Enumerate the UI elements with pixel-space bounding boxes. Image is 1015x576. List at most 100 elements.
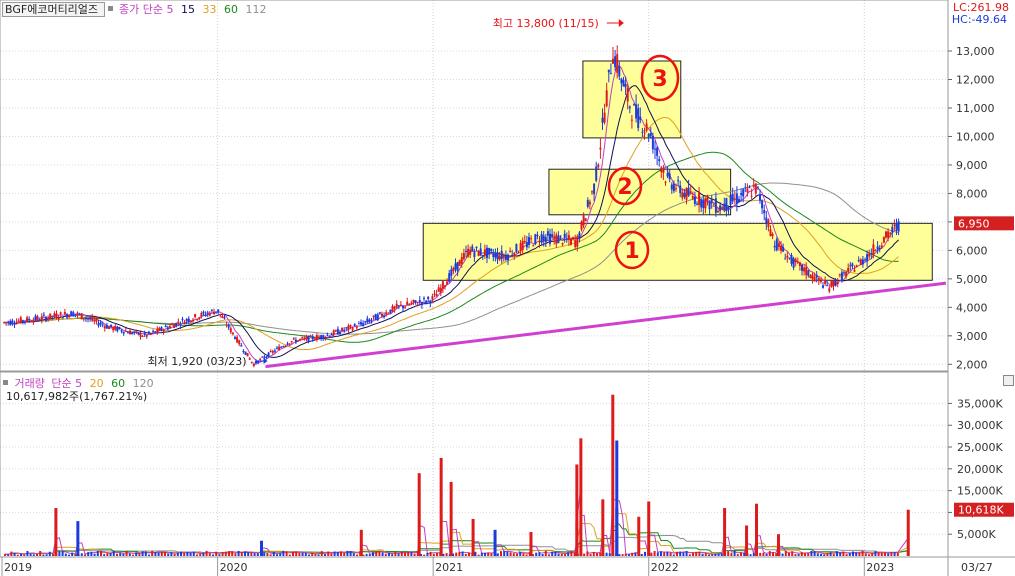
candle-body <box>704 198 707 209</box>
header-menu-icon[interactable] <box>107 6 113 11</box>
volume-bar <box>516 553 518 556</box>
candle-body <box>313 339 316 341</box>
highlight-box-1 <box>422 222 933 281</box>
candle-body <box>832 280 835 287</box>
candle-body <box>593 183 596 195</box>
candle-body <box>525 242 528 248</box>
candle-body <box>693 196 696 204</box>
candle-body <box>744 187 747 189</box>
candle-body <box>843 272 845 274</box>
candle-body <box>469 249 472 255</box>
candle-body <box>347 325 350 330</box>
candle-body <box>597 164 600 168</box>
candle-body <box>26 317 29 322</box>
volume-bar <box>74 554 77 556</box>
candle-body <box>330 334 333 336</box>
candle-body <box>139 333 142 337</box>
candle-body <box>729 194 732 205</box>
candle-body <box>488 247 491 255</box>
volume-spike-bar <box>471 518 475 556</box>
volume-bar <box>58 550 61 556</box>
volume-bar <box>650 552 653 556</box>
candle-body <box>677 180 680 182</box>
candle-body <box>21 320 24 322</box>
candle-body <box>150 333 152 335</box>
candle-body <box>507 254 509 261</box>
candle-body <box>292 338 295 340</box>
volume-bar <box>276 554 278 556</box>
volume-bar <box>103 554 106 556</box>
volume-bar <box>455 552 458 556</box>
volume-bar <box>864 553 867 556</box>
candle-body <box>328 335 331 337</box>
price-tick-label: 3,000 <box>956 330 988 343</box>
ma112-period: 112 <box>245 3 267 16</box>
candle-body <box>91 317 94 321</box>
price-tick-label: 13,000 <box>956 45 995 58</box>
candle-body <box>414 300 417 303</box>
candle-body <box>765 217 768 224</box>
volume-bar <box>125 551 128 556</box>
volume-bar <box>496 553 499 556</box>
candle-body <box>339 331 341 334</box>
volume-bar <box>237 550 240 556</box>
candle-body <box>824 280 827 284</box>
volume-bar <box>13 552 16 556</box>
volume-bar <box>202 552 205 556</box>
chart-canvas[interactable]: 2,0003,0004,0005,0006,0007,0008,0009,000… <box>0 0 1015 576</box>
candle-body <box>828 288 831 292</box>
volume-bar <box>826 553 829 556</box>
candle-body <box>635 104 638 119</box>
volume-bar <box>557 553 560 556</box>
panel-resize-button[interactable] <box>1003 375 1014 386</box>
candle-body <box>160 327 163 331</box>
candle-body <box>221 315 224 318</box>
candle-body <box>551 234 554 238</box>
candle-body <box>19 317 22 324</box>
volume-bar <box>429 551 432 556</box>
volume-bar <box>829 552 832 556</box>
candle-body <box>855 265 858 267</box>
candle-body <box>240 345 243 347</box>
candle-body <box>108 326 110 329</box>
volume-bar <box>807 553 810 556</box>
volume-bar <box>365 553 368 556</box>
candle-body <box>622 79 625 87</box>
candle-body <box>473 252 476 258</box>
candle-body <box>897 221 900 232</box>
volume-bar <box>240 552 243 556</box>
candle-body <box>496 252 499 260</box>
volume-spike-bar <box>745 525 749 556</box>
volume-bar <box>20 553 22 556</box>
ticker-box[interactable]: BGF에코머티리얼즈 <box>2 2 105 17</box>
candle-body <box>135 330 138 332</box>
volume-bar <box>256 553 259 556</box>
candle-body <box>187 318 190 322</box>
volume-bar <box>768 551 771 556</box>
price-tick-label: 12,000 <box>956 74 995 87</box>
candle-body <box>271 351 274 353</box>
volume-bar <box>781 553 784 556</box>
candle-body <box>563 233 566 238</box>
candle-body <box>761 200 764 209</box>
candle-body <box>546 231 549 236</box>
volume-bar <box>295 551 298 556</box>
candle-body <box>362 323 365 326</box>
candle-body <box>840 272 843 282</box>
candle-body <box>654 148 656 150</box>
volume-menu-icon[interactable] <box>3 380 8 385</box>
candle-body <box>252 363 255 366</box>
volume-bar <box>132 554 134 556</box>
candle-body <box>171 324 173 326</box>
candle-body <box>656 147 659 156</box>
candle-body <box>225 324 228 326</box>
candle-body <box>773 245 776 248</box>
candle-body <box>851 263 854 267</box>
volume-bar <box>567 552 570 556</box>
volume-bar <box>231 551 234 556</box>
candle-body <box>813 277 816 282</box>
candle-body <box>786 255 789 258</box>
volume-bar <box>368 554 371 556</box>
volume-spike-bar <box>601 499 605 556</box>
candle-body <box>24 321 26 323</box>
